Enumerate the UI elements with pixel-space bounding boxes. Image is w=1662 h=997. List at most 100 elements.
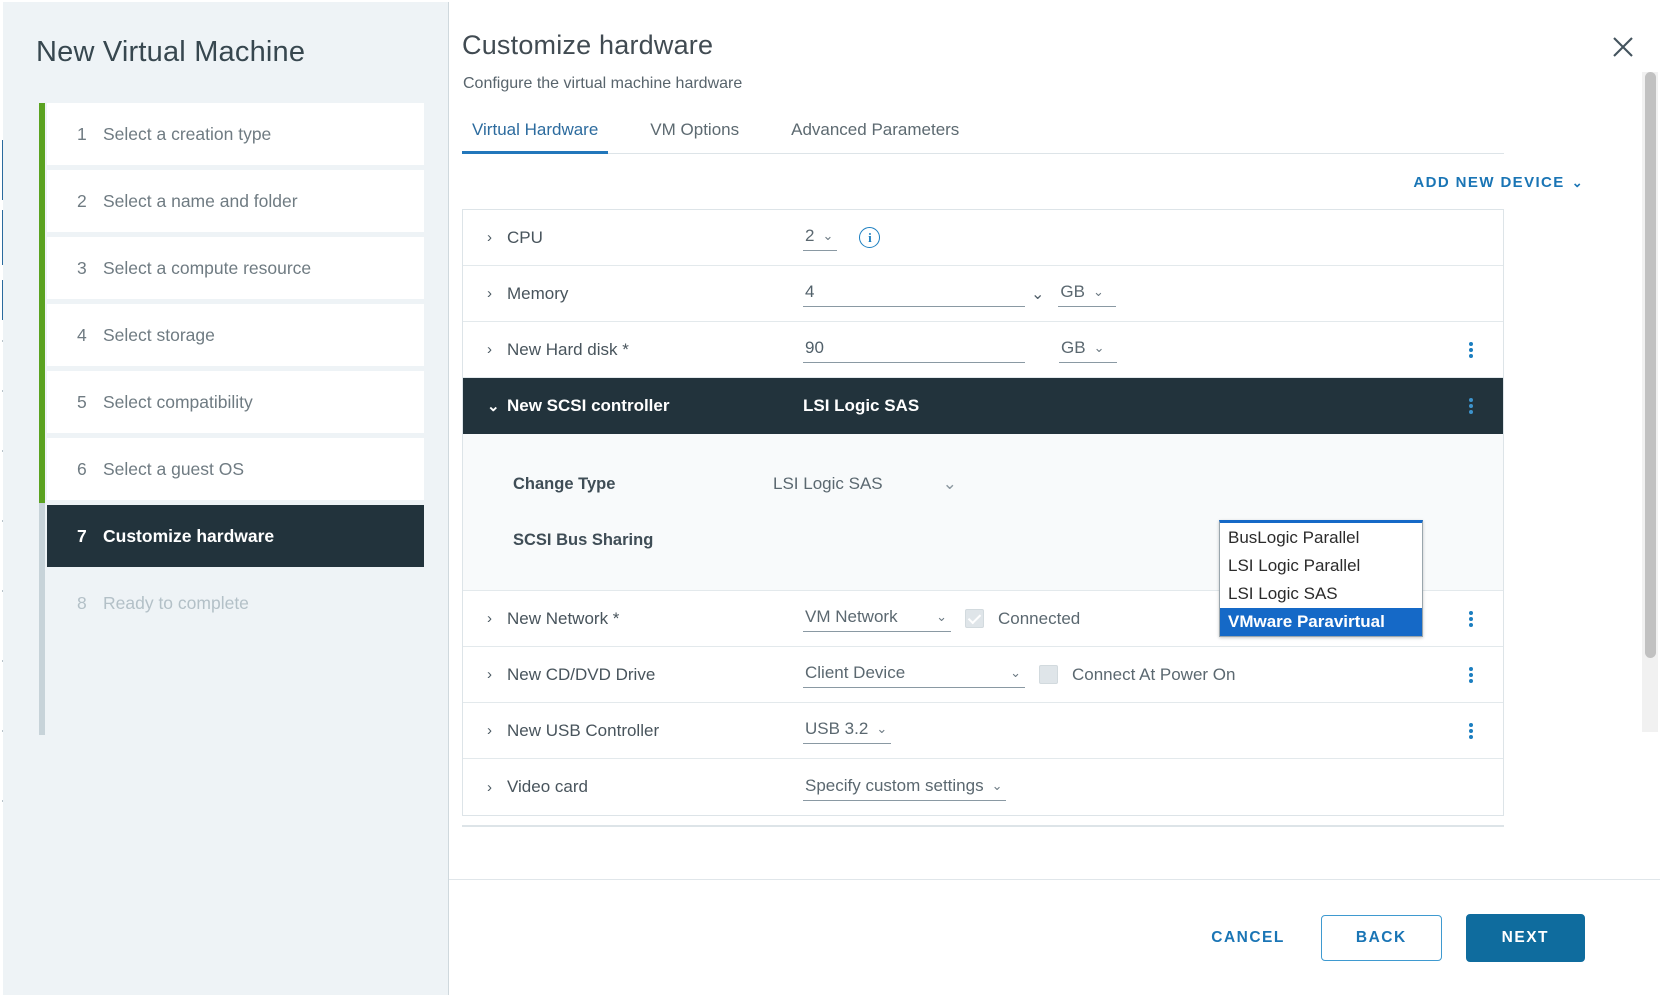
memory-size-input[interactable]: 4 — [803, 280, 1025, 307]
cpu-count-select[interactable]: 2 ⌄ — [803, 224, 838, 251]
table-bottom-edge — [462, 825, 1504, 827]
chevron-right-icon[interactable]: › — [487, 285, 503, 302]
chevron-right-icon[interactable]: › — [487, 779, 503, 796]
vertical-scrollbar[interactable] — [1642, 72, 1658, 732]
connect-at-power-on-label: Connect At Power On — [1072, 664, 1236, 684]
step-label: Ready to complete — [103, 592, 249, 613]
chevron-down-icon: ⌄ — [822, 228, 834, 243]
row-value-group: 90 GB ⌄ — [803, 336, 1117, 363]
row-label-group: ⌄ New SCSI controller — [487, 396, 757, 416]
scsi-change-type-row: Change Type LSI Logic SAS ⌄ — [463, 456, 1503, 512]
step-label: Select compatibility — [103, 391, 253, 412]
video-card-settings-value: Specify custom settings — [805, 775, 984, 795]
hard-disk-unit-select[interactable]: GB ⌄ — [1059, 336, 1117, 363]
row-menu-icon[interactable] — [1461, 721, 1481, 741]
connected-checkbox[interactable] — [965, 609, 984, 628]
row-label-group: › CPU — [487, 228, 757, 248]
row-label-group: › New USB Controller — [487, 721, 757, 741]
row-value-group: USB 3.2 ⌄ — [803, 717, 892, 744]
change-type-value: LSI Logic SAS — [773, 474, 883, 493]
hardware-row-memory[interactable]: › Memory 4 ⌄ GB ⌄ — [463, 266, 1503, 322]
step-number: 4 — [77, 324, 87, 345]
row-value-group: 4 ⌄ GB ⌄ — [803, 280, 1117, 307]
new-virtual-machine-wizard: New Virtual Machine 1 Select a creation … — [0, 0, 1662, 997]
chevron-right-icon[interactable]: › — [487, 666, 503, 683]
wizard-sidebar: New Virtual Machine 1 Select a creation … — [3, 2, 449, 995]
chevron-right-icon[interactable]: › — [487, 229, 503, 246]
page-title: Customize hardware — [462, 30, 714, 60]
row-value-group: Specify custom settings ⌄ — [803, 774, 1007, 801]
tab-bar: Virtual Hardware VM Options Advanced Par… — [462, 113, 1504, 154]
scrollbar-thumb[interactable] — [1645, 72, 1656, 658]
row-label: New Hard disk * — [507, 339, 629, 359]
dropdown-option-lsi-logic-sas[interactable]: LSI Logic SAS — [1220, 580, 1422, 608]
hardware-row-new-cd-dvd-drive[interactable]: › New CD/DVD Drive Client Device ⌄ Conne… — [463, 647, 1503, 703]
cd-dvd-device-value: Client Device — [805, 663, 906, 682]
sidebar-step-1[interactable]: 1 Select a creation type — [47, 103, 424, 165]
back-button[interactable]: BACK — [1320, 914, 1442, 961]
hardware-row-new-usb-controller[interactable]: › New USB Controller USB 3.2 ⌄ — [463, 703, 1503, 759]
network-select[interactable]: VM Network ⌄ — [803, 605, 951, 632]
sidebar-step-3[interactable]: 3 Select a compute resource — [47, 237, 424, 299]
connected-label: Connected — [998, 608, 1081, 628]
chevron-right-icon[interactable]: › — [487, 610, 503, 627]
page-subtitle: Configure the virtual machine hardware — [463, 75, 743, 92]
hardware-row-video-card[interactable]: › Video card Specify custom settings ⌄ — [463, 759, 1503, 815]
row-label: New USB Controller — [507, 720, 660, 740]
chevron-down-icon[interactable]: ⌄ — [1031, 284, 1044, 304]
usb-controller-select[interactable]: USB 3.2 ⌄ — [803, 717, 892, 744]
row-value-group: VM Network ⌄ Connected — [803, 605, 1080, 632]
chevron-down-icon: ⌄ — [991, 777, 1003, 793]
video-card-settings-select[interactable]: Specify custom settings ⌄ — [803, 774, 1007, 801]
add-new-device-button[interactable]: ADD NEW DEVICE ⌄ — [1413, 174, 1584, 191]
sidebar-step-2[interactable]: 2 Select a name and folder — [47, 170, 424, 232]
cd-dvd-device-select[interactable]: Client Device ⌄ — [803, 661, 1025, 688]
change-type-label: Change Type — [513, 474, 616, 493]
change-type-select[interactable]: LSI Logic SAS ⌄ — [773, 474, 957, 494]
wizard-title: New Virtual Machine — [36, 36, 306, 68]
network-value: VM Network — [805, 607, 898, 626]
chevron-down-icon[interactable]: ⌄ — [487, 397, 503, 415]
row-menu-icon[interactable] — [1461, 340, 1481, 360]
row-label-group: › New Hard disk * — [487, 340, 757, 360]
sidebar-step-7-customize-hardware[interactable]: 7 Customize hardware — [47, 505, 424, 567]
row-label: New CD/DVD Drive — [507, 664, 656, 684]
sidebar-step-8: 8 Ready to complete — [47, 572, 424, 634]
memory-unit-select[interactable]: GB ⌄ — [1058, 280, 1117, 307]
change-type-dropdown-list[interactable]: BusLogic Parallel LSI Logic Parallel LSI… — [1219, 520, 1423, 637]
cancel-button[interactable]: CANCEL — [1199, 921, 1297, 955]
step-label: Customize hardware — [103, 525, 275, 546]
hardware-row-new-hard-disk[interactable]: › New Hard disk * 90 GB ⌄ — [463, 322, 1503, 378]
step-label: Select a guest OS — [103, 458, 245, 479]
tab-vm-options[interactable]: VM Options — [640, 114, 749, 154]
row-menu-icon[interactable] — [1461, 396, 1481, 416]
dropdown-option-vmware-paravirtual[interactable]: VMware Paravirtual — [1220, 608, 1422, 636]
cpu-count-value: 2 — [805, 226, 815, 245]
row-menu-icon[interactable] — [1461, 609, 1481, 629]
tab-advanced-parameters[interactable]: Advanced Parameters — [781, 114, 969, 154]
row-menu-icon[interactable] — [1461, 665, 1481, 685]
info-icon[interactable]: i — [859, 227, 881, 248]
row-label: Video card — [507, 777, 588, 796]
close-icon[interactable] — [1608, 32, 1638, 62]
step-label: Select a compute resource — [103, 257, 312, 278]
hardware-row-new-scsi-controller[interactable]: ⌄ New SCSI controller LSI Logic SAS — [463, 378, 1503, 434]
sidebar-step-5[interactable]: 5 Select compatibility — [47, 371, 424, 433]
row-label-group: › New Network * — [487, 609, 757, 629]
row-label-group: › New CD/DVD Drive — [487, 665, 757, 685]
hardware-row-cpu[interactable]: › CPU 2 ⌄ i — [463, 210, 1503, 266]
sidebar-step-4[interactable]: 4 Select storage — [47, 304, 424, 366]
hardware-device-table: › CPU 2 ⌄ i › Memory 4 ⌄ GB ⌄ › New Hard… — [462, 209, 1504, 816]
tab-virtual-hardware[interactable]: Virtual Hardware — [462, 114, 609, 154]
dropdown-option-buslogic-parallel[interactable]: BusLogic Parallel — [1220, 524, 1422, 552]
chevron-down-icon: ⌄ — [1010, 665, 1021, 680]
hard-disk-size-input[interactable]: 90 — [803, 336, 1025, 363]
row-label-group: › Video card — [487, 777, 757, 797]
chevron-right-icon[interactable]: › — [487, 722, 503, 739]
dropdown-option-lsi-logic-parallel[interactable]: LSI Logic Parallel — [1220, 552, 1422, 580]
add-new-device-row: ADD NEW DEVICE ⌄ — [449, 154, 1660, 191]
connect-at-power-on-checkbox[interactable] — [1039, 665, 1058, 684]
sidebar-step-6[interactable]: 6 Select a guest OS — [47, 438, 424, 500]
next-button[interactable]: NEXT — [1465, 913, 1585, 962]
chevron-right-icon[interactable]: › — [487, 341, 503, 358]
